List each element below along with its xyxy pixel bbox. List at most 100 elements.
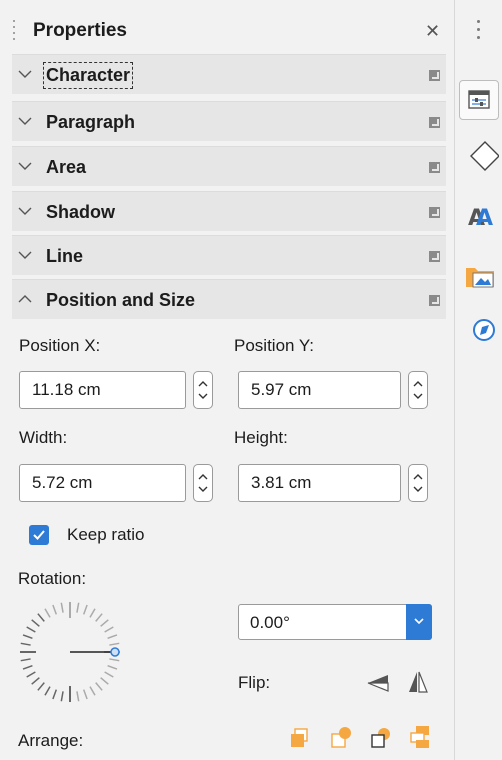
position-x-label: Position X:	[19, 336, 101, 355]
rotation-label: Rotation:	[18, 569, 87, 588]
properties-panel: Properties ✕ Character Paragraph Area Sh…	[0, 0, 455, 760]
section-position-and-size[interactable]: Position and Size	[12, 279, 446, 319]
svg-text:A: A	[476, 206, 493, 231]
position-y-field[interactable]: 5.97 cm	[238, 371, 401, 409]
sidebar-menu-icon[interactable]	[477, 20, 480, 44]
dial-tick	[95, 613, 103, 622]
section-label: Paragraph	[46, 112, 136, 132]
flip-vertical-icon[interactable]	[366, 671, 390, 693]
spinner-arrows-icon	[198, 474, 208, 492]
dial-tick	[60, 602, 64, 613]
chevron-down-icon	[18, 70, 32, 78]
dial-tick	[107, 634, 118, 640]
more-options-icon[interactable]	[429, 70, 440, 81]
keep-ratio-checkbox[interactable]	[29, 525, 49, 545]
shapes-icon[interactable]	[459, 138, 500, 178]
dial-tick	[26, 626, 36, 633]
section-character[interactable]: Character	[12, 54, 446, 94]
section-label: Line	[46, 246, 84, 266]
more-options-icon[interactable]	[429, 251, 440, 262]
spinner-arrows-icon	[198, 381, 208, 399]
navigator-icon[interactable]	[459, 312, 499, 352]
panel-title: Properties	[33, 20, 127, 41]
more-options-icon[interactable]	[429, 207, 440, 218]
height-spinner[interactable]	[408, 464, 428, 502]
dial-tick	[22, 664, 33, 670]
chevron-down-icon	[18, 207, 32, 215]
dial-tick	[52, 689, 58, 700]
height-label: Height:	[234, 428, 288, 447]
panel-titlebar: Properties ✕	[0, 0, 455, 54]
position-y-spinner[interactable]	[408, 371, 428, 409]
section-line[interactable]: Line	[12, 235, 446, 275]
dial-tick	[37, 613, 45, 622]
chevron-down-icon	[18, 162, 32, 170]
dial-tick	[82, 689, 88, 700]
dial-tick	[20, 642, 31, 646]
dial-tick	[37, 682, 45, 691]
rotation-handle[interactable]	[110, 647, 120, 657]
dial-tick	[89, 608, 96, 618]
section-area[interactable]: Area	[12, 146, 446, 186]
properties-icon[interactable]	[459, 80, 499, 120]
flip-label: Flip:	[238, 673, 271, 692]
dial-tick	[109, 658, 120, 662]
dial-tick	[26, 671, 36, 678]
position-x-spinner[interactable]	[193, 371, 213, 409]
forward-one-icon[interactable]	[329, 726, 353, 750]
width-spinner[interactable]	[193, 464, 213, 502]
dial-tick	[104, 671, 114, 678]
dial-tick	[22, 634, 33, 640]
position-y-label: Position Y:	[234, 336, 315, 355]
width-label: Width:	[19, 428, 68, 447]
dial-tick	[100, 677, 109, 685]
rotation-dial[interactable]	[15, 597, 125, 707]
backward-one-icon[interactable]	[369, 726, 393, 750]
arrange-label: Arrange:	[18, 731, 84, 750]
close-icon[interactable]: ✕	[425, 20, 440, 42]
dial-tick	[109, 642, 120, 646]
bring-to-front-icon[interactable]	[288, 726, 312, 750]
section-label: Character	[42, 62, 134, 89]
position-x-field[interactable]: 11.18 cm	[19, 371, 186, 409]
keep-ratio-label: Keep ratio	[67, 525, 145, 544]
section-shadow[interactable]: Shadow	[12, 191, 446, 231]
dial-tick	[31, 677, 40, 685]
section-paragraph[interactable]: Paragraph	[12, 101, 446, 141]
dial-tick	[60, 691, 64, 702]
sidebar-tabbar: AA	[456, 0, 502, 760]
chevron-down-icon	[18, 117, 32, 125]
styles-icon[interactable]: AA	[459, 195, 499, 235]
height-field[interactable]: 3.81 cm	[238, 464, 401, 502]
dial-tick	[76, 602, 80, 613]
dial-tick	[104, 626, 114, 633]
spinner-arrows-icon	[413, 381, 423, 399]
section-label: Area	[46, 157, 87, 177]
dial-tick	[82, 604, 88, 615]
more-options-icon[interactable]	[429, 162, 440, 173]
more-options-icon[interactable]	[429, 117, 440, 128]
drag-grip-icon[interactable]	[12, 20, 16, 42]
dial-tick	[89, 686, 96, 696]
flip-horizontal-icon[interactable]	[406, 670, 430, 694]
dropdown-chevron-icon[interactable]	[406, 604, 432, 640]
checkmark-icon	[33, 530, 45, 540]
dial-tick	[95, 682, 103, 691]
dial-tick	[100, 619, 109, 627]
dial-tick	[44, 686, 51, 696]
section-label: Shadow	[46, 202, 116, 222]
chevron-down-icon	[18, 251, 32, 259]
chevron-up-icon	[18, 295, 32, 303]
spinner-arrows-icon	[413, 474, 423, 492]
dial-tick	[20, 658, 31, 662]
rotation-select[interactable]: 0.00°	[238, 604, 432, 640]
gallery-icon[interactable]	[459, 254, 499, 294]
more-options-icon[interactable]	[429, 295, 440, 306]
rotation-value: 0.00°	[250, 613, 290, 632]
width-field[interactable]: 5.72 cm	[19, 464, 186, 502]
dial-tick	[107, 664, 118, 670]
dial-tick	[44, 608, 51, 618]
section-label: Position and Size	[46, 290, 196, 310]
send-to-back-icon[interactable]	[408, 724, 432, 750]
dial-tick	[31, 619, 40, 627]
